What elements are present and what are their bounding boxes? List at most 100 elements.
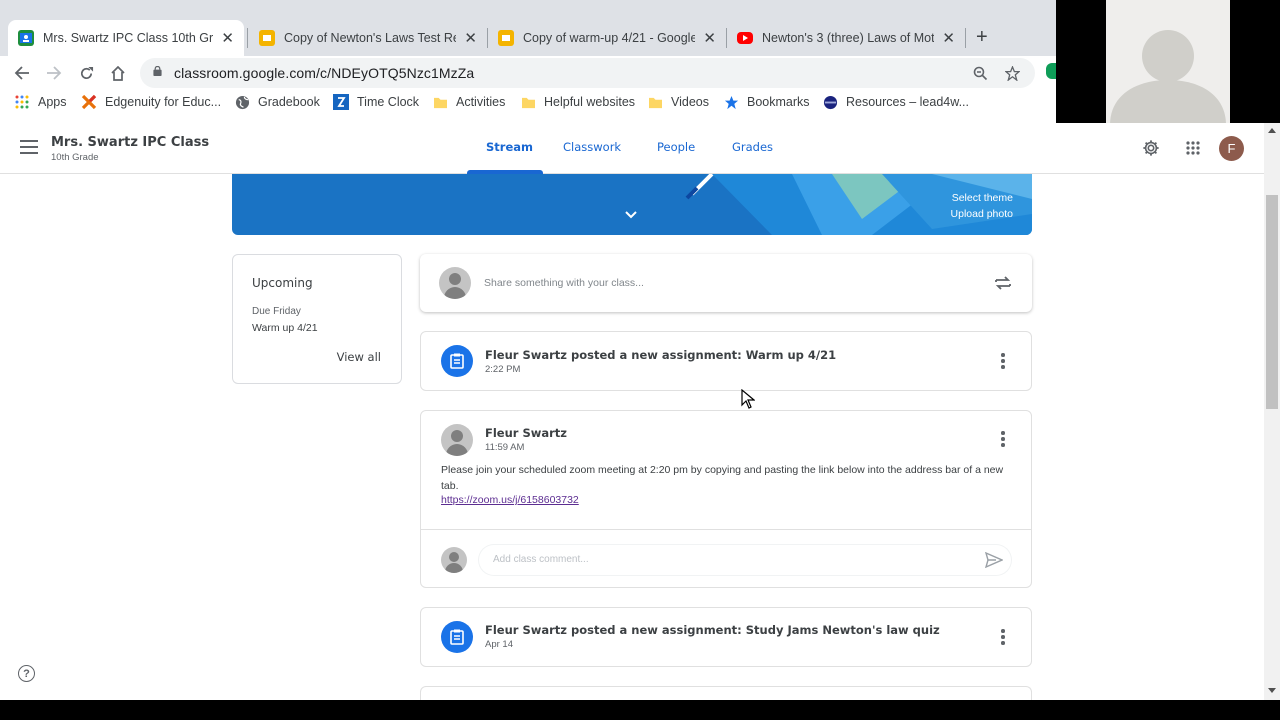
assignment-icon xyxy=(441,345,473,377)
tab-title: Newton's 3 (three) Laws of Motic xyxy=(762,31,935,45)
youtube-icon xyxy=(737,32,753,44)
upcoming-title: Upcoming xyxy=(252,276,313,290)
post-body: Please join your scheduled zoom meeting … xyxy=(441,464,1004,492)
post-time: 2:22 PM xyxy=(485,364,521,375)
globe-icon xyxy=(234,94,250,110)
page-scrollbar[interactable] xyxy=(1264,123,1280,700)
bookmark-label: Gradebook xyxy=(258,95,320,109)
send-icon[interactable] xyxy=(985,552,1003,568)
screen-bottom-bar xyxy=(0,700,1280,720)
comment-divider xyxy=(421,529,1031,530)
star-icon xyxy=(723,94,739,110)
select-theme-link[interactable]: Select theme xyxy=(952,192,1013,204)
classroom-header: Mrs. Swartz IPC Class 10th Grade Stream … xyxy=(0,123,1264,174)
browser-tab-warm-up[interactable]: Copy of warm-up 4/21 - Google ✕ xyxy=(488,20,726,56)
settings-gear-icon[interactable] xyxy=(1139,136,1163,160)
webcam-placeholder xyxy=(1106,0,1230,125)
folder-icon xyxy=(432,94,448,110)
browser-tab-classroom[interactable]: Mrs. Swartz IPC Class 10th Grade ✕ xyxy=(8,20,244,56)
close-tab-icon[interactable]: ✕ xyxy=(464,29,477,47)
browser-toolbar: classroom.google.com/c/NDEyOTQ5Nzc1MzZa xyxy=(0,56,1058,90)
bookmark-edgenuity[interactable]: Edgenuity for Educ... xyxy=(81,94,221,110)
help-icon[interactable]: ? xyxy=(18,665,35,682)
post-time: 11:59 AM xyxy=(485,442,525,453)
post-time: Apr 14 xyxy=(485,639,513,650)
google-apps-icon[interactable] xyxy=(1181,136,1205,160)
edgenuity-icon xyxy=(81,94,97,110)
bookmark-activities[interactable]: Activities xyxy=(432,94,505,110)
repost-icon[interactable] xyxy=(993,273,1013,293)
stream-post-announcement: Fleur Swartz 11:59 AM Please join your s… xyxy=(420,410,1032,588)
timeclock-icon xyxy=(333,94,349,110)
address-bar[interactable]: classroom.google.com/c/NDEyOTQ5Nzc1MzZa xyxy=(140,58,1035,88)
browser-tab-newtons-laws[interactable]: Copy of Newton's Laws Test Revi ✕ xyxy=(249,20,487,56)
bookmark-apps[interactable]: Apps xyxy=(14,94,67,110)
bookmark-label: Apps xyxy=(38,95,67,109)
bookmark-videos[interactable]: Videos xyxy=(647,94,709,110)
folder-icon xyxy=(520,94,536,110)
class-name[interactable]: Mrs. Swartz IPC Class xyxy=(51,135,209,150)
scrollbar-thumb[interactable] xyxy=(1266,195,1278,409)
zoom-icon[interactable] xyxy=(970,63,990,83)
google-slides-icon xyxy=(259,30,275,46)
site-icon xyxy=(822,94,838,110)
tab-stream[interactable]: Stream xyxy=(486,140,533,154)
home-button[interactable] xyxy=(105,60,131,86)
tab-grades[interactable]: Grades xyxy=(732,140,773,154)
main-menu-icon[interactable] xyxy=(20,140,38,154)
tab-separator xyxy=(965,28,966,48)
new-tab-button[interactable]: + xyxy=(976,26,988,49)
bookmark-star-icon[interactable] xyxy=(1002,63,1022,83)
close-tab-icon[interactable]: ✕ xyxy=(221,29,234,47)
post-title: Fleur Swartz posted a new assignment: St… xyxy=(485,623,940,637)
bookmark-label: Resources – lead4w... xyxy=(846,95,969,109)
more-options-icon[interactable] xyxy=(997,429,1009,449)
bookmark-label: Helpful websites xyxy=(544,95,636,109)
lock-icon xyxy=(153,66,162,76)
reload-button[interactable] xyxy=(73,60,99,86)
upcoming-item-link[interactable]: Warm up 4/21 xyxy=(252,322,318,334)
bookmark-label: Edgenuity for Educ... xyxy=(105,95,222,109)
stream-post-assignment[interactable]: Fleur Swartz posted a new assignment: St… xyxy=(420,607,1032,667)
tab-classwork[interactable]: Classwork xyxy=(563,140,621,154)
bookmark-resources[interactable]: Resources – lead4w... xyxy=(822,94,969,110)
url-text: classroom.google.com/c/NDEyOTQ5Nzc1MzZa xyxy=(174,65,475,81)
bookmark-time-clock[interactable]: Time Clock xyxy=(333,94,419,110)
scroll-down-arrow[interactable] xyxy=(1268,688,1276,693)
stream-post-assignment[interactable]: Fleur Swartz posted a new assignment: Wa… xyxy=(420,331,1032,391)
tab-people[interactable]: People xyxy=(657,140,695,154)
assignment-icon xyxy=(441,621,473,653)
user-avatar xyxy=(439,267,471,299)
share-box[interactable]: Share something with your class... xyxy=(420,254,1032,312)
class-comment-input[interactable]: Add class comment... xyxy=(479,545,1011,575)
back-button[interactable] xyxy=(9,60,35,86)
scroll-up-arrow[interactable] xyxy=(1268,128,1276,133)
browser-tab-youtube[interactable]: Newton's 3 (three) Laws of Motic ✕ xyxy=(727,20,965,56)
view-all-link[interactable]: View all xyxy=(337,350,381,364)
zoom-link[interactable]: https://zoom.us/j/6158603732 xyxy=(441,494,579,506)
account-avatar[interactable]: F xyxy=(1219,136,1244,161)
author-avatar xyxy=(441,424,473,456)
tab-title: Copy of warm-up 4/21 - Google xyxy=(523,31,696,45)
post-author: Fleur Swartz xyxy=(485,426,567,440)
person-silhouette-icon xyxy=(1110,30,1226,125)
bookmark-label: Bookmarks xyxy=(747,95,810,109)
upcoming-panel: Upcoming Due Friday Warm up 4/21 View al… xyxy=(232,254,402,384)
share-placeholder: Share something with your class... xyxy=(484,277,644,289)
upload-photo-link[interactable]: Upload photo xyxy=(951,208,1013,220)
bookmarks-bar: Apps Edgenuity for Educ... Gradebook Tim… xyxy=(0,90,1056,118)
folder-icon xyxy=(647,94,663,110)
expand-chevron-icon[interactable] xyxy=(625,211,637,219)
close-tab-icon[interactable]: ✕ xyxy=(703,29,716,47)
bookmark-label: Activities xyxy=(456,95,506,109)
forward-button[interactable] xyxy=(41,60,67,86)
mouse-cursor-icon xyxy=(741,389,755,409)
bookmark-bookmarks[interactable]: Bookmarks xyxy=(723,94,810,110)
google-slides-icon xyxy=(498,30,514,46)
more-options-icon[interactable] xyxy=(997,627,1009,647)
more-options-icon[interactable] xyxy=(997,351,1009,371)
bookmark-gradebook[interactable]: Gradebook xyxy=(234,94,320,110)
webcam-overlay xyxy=(1056,0,1280,125)
bookmark-helpful-websites[interactable]: Helpful websites xyxy=(520,94,635,110)
close-tab-icon[interactable]: ✕ xyxy=(942,29,955,47)
